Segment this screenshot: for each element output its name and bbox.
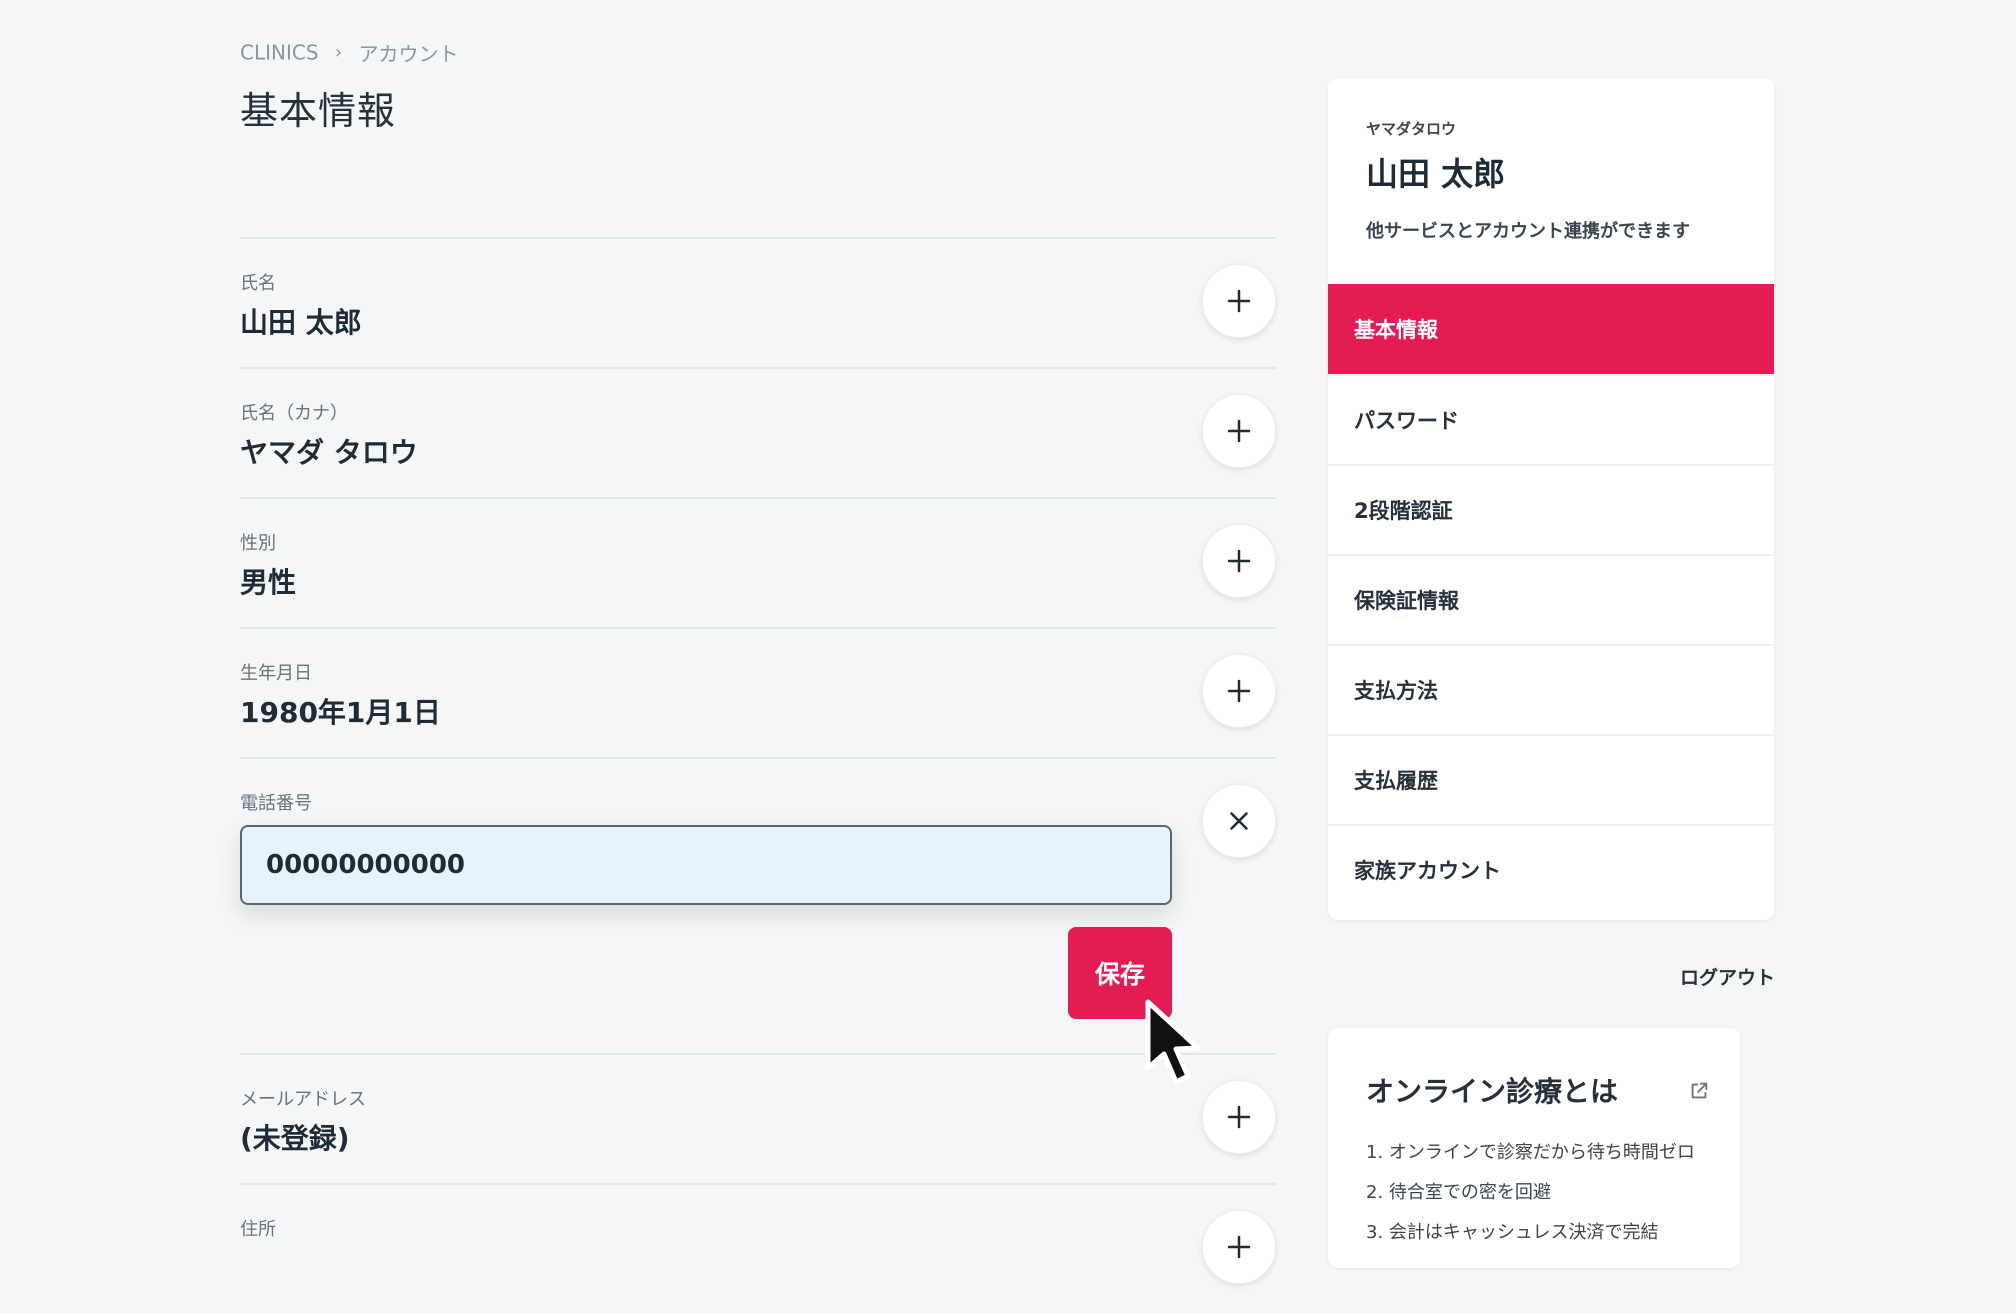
field-label: 氏名 [240, 273, 276, 294]
phone-input[interactable] [240, 825, 1172, 905]
sidebar-item-two-factor[interactable]: 2段階認証 [1328, 464, 1774, 554]
profile-fields: 氏名 山田 太郎 氏名（カナ） ヤマダ タロウ 性別 男性 生年月日 1980年… [240, 237, 1276, 1313]
breadcrumb: CLINICS › アカウント [240, 38, 458, 67]
page-title: 基本情報 [240, 89, 397, 133]
sidebar-item-password[interactable]: パスワード [1328, 374, 1774, 464]
profile-kana: ヤマダタロウ [1366, 120, 1457, 138]
list-item: 1. オンラインで診察だから待ち時間ゼロ [1366, 1142, 1695, 1163]
sidebar-item-insurance[interactable]: 保険証情報 [1328, 554, 1774, 644]
field-value: ヤマダ タロウ [240, 436, 418, 469]
field-row-email: メールアドレス (未登録) [240, 1053, 1276, 1183]
edit-kana-button[interactable] [1202, 394, 1276, 468]
field-label: 氏名（カナ） [240, 403, 348, 424]
account-sidebar: ヤマダタロウ 山田 太郎 他サービスとアカウント連携ができます 基本情報 パスワ… [1328, 78, 1774, 920]
external-link-icon[interactable] [1688, 1080, 1710, 1102]
profile-name: 山田 太郎 [1366, 155, 1506, 193]
field-row-gender: 性別 男性 [240, 497, 1276, 627]
mouse-pointer-icon [1145, 999, 1201, 1085]
sidebar-item-family-account[interactable]: 家族アカウント [1328, 824, 1774, 914]
plus-icon [1227, 419, 1251, 443]
field-label: メールアドレス [240, 1089, 366, 1110]
plus-icon [1227, 1235, 1251, 1259]
field-value: 山田 太郎 [240, 306, 362, 339]
plus-icon [1227, 289, 1251, 313]
field-value: (未登録) [240, 1122, 350, 1155]
sidebar-item-payment-history[interactable]: 支払履歴 [1328, 734, 1774, 824]
field-value: 1980年1月1日 [240, 696, 441, 729]
edit-address-button[interactable] [1202, 1210, 1276, 1284]
edit-name-button[interactable] [1202, 264, 1276, 338]
online-consultation-card: オンライン診療とは 1. オンラインで診察だから待ち時間ゼロ 2. 待合室での密… [1328, 1028, 1740, 1268]
edit-birthday-button[interactable] [1202, 654, 1276, 728]
plus-icon [1227, 679, 1251, 703]
field-label: 性別 [240, 533, 276, 554]
field-row-kana: 氏名（カナ） ヤマダ タロウ [240, 367, 1276, 497]
field-label: 電話番号 [240, 793, 312, 814]
breadcrumb-separator: › [334, 42, 343, 63]
breadcrumb-current: アカウント [358, 42, 459, 66]
field-row-address: 住所 [240, 1183, 1276, 1313]
plus-icon [1227, 549, 1251, 573]
sidebar-item-basic-info[interactable]: 基本情報 [1328, 284, 1774, 374]
edit-gender-button[interactable] [1202, 524, 1276, 598]
field-row-phone: 電話番号 保存 [240, 757, 1276, 1053]
close-icon [1230, 812, 1248, 830]
list-item: 2. 待合室での密を回避 [1366, 1182, 1551, 1203]
field-value: 男性 [240, 566, 297, 599]
info-title[interactable]: オンライン診療とは [1366, 1070, 1702, 1110]
info-list: 1. オンラインで診察だから待ち時間ゼロ 2. 待合室での密を回避 3. 会計は… [1366, 1138, 1702, 1244]
breadcrumb-root[interactable]: CLINICS [240, 41, 319, 65]
profile-description: 他サービスとアカウント連携ができます [1366, 221, 1690, 242]
field-row-birthday: 生年月日 1980年1月1日 [240, 627, 1276, 757]
field-row-name: 氏名 山田 太郎 [240, 237, 1276, 367]
profile-summary: ヤマダタロウ 山田 太郎 他サービスとアカウント連携ができます [1328, 78, 1774, 284]
cancel-edit-button[interactable] [1202, 784, 1276, 858]
plus-icon [1227, 1105, 1251, 1129]
edit-email-button[interactable] [1202, 1080, 1276, 1154]
logout-link[interactable]: ログアウト [1680, 963, 1775, 990]
sidebar-item-payment-method[interactable]: 支払方法 [1328, 644, 1774, 734]
field-label: 住所 [240, 1219, 276, 1240]
field-label: 生年月日 [240, 663, 312, 684]
list-item: 3. 会計はキャッシュレス決済で完結 [1366, 1222, 1659, 1243]
